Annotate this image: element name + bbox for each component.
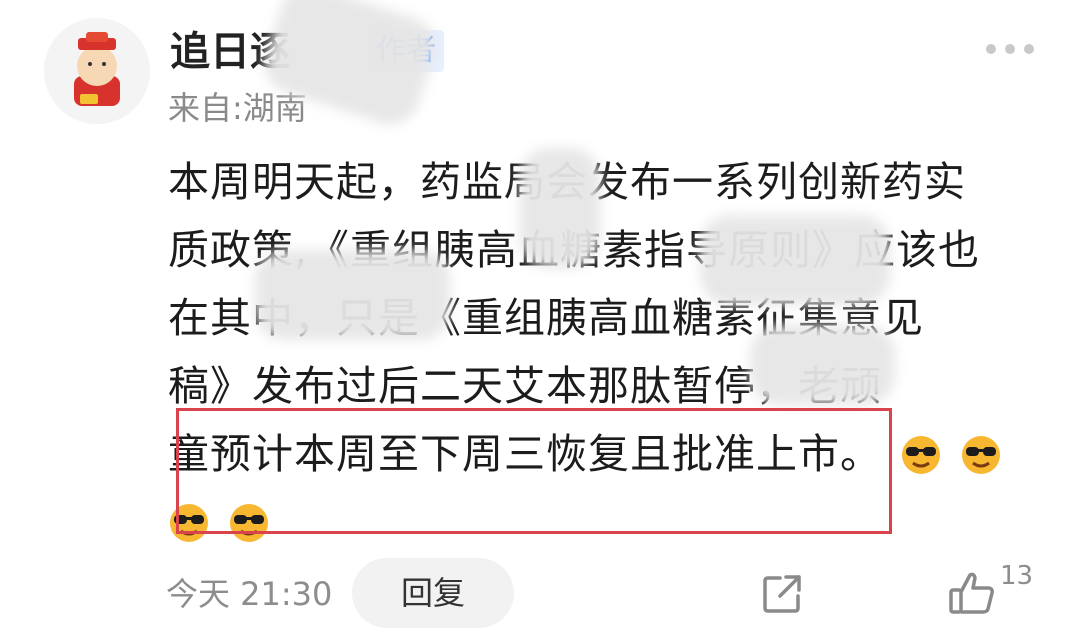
- avatar-mascot-icon: [44, 18, 150, 124]
- more-dot: [1005, 44, 1015, 54]
- location-label: 来自:湖南: [168, 89, 307, 127]
- more-dot: [986, 44, 996, 54]
- privacy-blur: [700, 215, 890, 305]
- timestamp: 今天 21:30: [166, 575, 333, 613]
- sunglasses-emoji-icon: [962, 436, 1001, 474]
- reply-button[interactable]: 回复: [352, 558, 514, 628]
- thumbs-up-icon[interactable]: [948, 570, 996, 616]
- privacy-blur: [520, 148, 600, 268]
- avatar[interactable]: [44, 18, 150, 124]
- like-count: 13: [1000, 561, 1034, 591]
- more-dot: [1024, 44, 1034, 54]
- sunglasses-emoji-icon: [902, 436, 941, 474]
- privacy-blur: [750, 325, 895, 405]
- more-options-icon[interactable]: [986, 44, 1034, 54]
- share-icon[interactable]: [760, 572, 804, 616]
- highlight-box: [176, 408, 892, 534]
- privacy-blur: [255, 250, 450, 340]
- comment-line: 本周明天起，药监局会发布一系列创新药实: [168, 148, 1048, 216]
